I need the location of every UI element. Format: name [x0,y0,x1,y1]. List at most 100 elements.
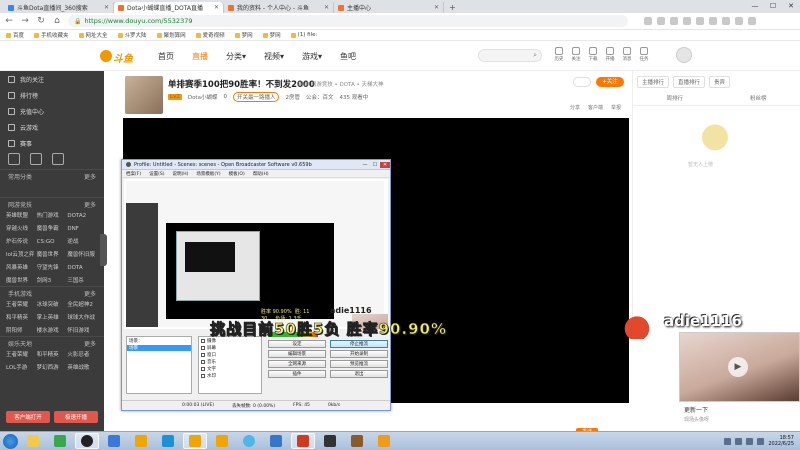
url-input[interactable]: 🔒 https://www.douyu.com/5532379 [68,15,628,27]
category-link[interactable]: 风暴英雄 [6,263,37,273]
header-icon-button[interactable]: 任务 [639,47,649,62]
user-avatar[interactable] [676,47,692,63]
search-input[interactable]: ⌕ [478,49,542,62]
volume-icon[interactable] [757,437,765,445]
extension-icon[interactable] [709,17,717,25]
source-item[interactable]: 水印 [199,372,261,379]
sidebar-item[interactable]: 我的关注 [0,71,104,87]
taskbar-app-icon[interactable] [129,433,153,449]
share-toggle[interactable] [573,77,591,87]
taskbar-app-icon[interactable] [372,433,396,449]
category-link[interactable]: 和平精英 [6,313,37,323]
forward-button[interactable]: → [20,16,30,26]
rank-filter-button[interactable]: 主播排行 [637,76,670,88]
header-icon-button[interactable]: 下载 [588,47,598,62]
obs-action-button[interactable]: 退出 [330,370,388,378]
tab-week-rank[interactable]: 周排行 [633,93,717,105]
game-icon[interactable] [30,153,42,165]
bookmark-item[interactable]: (1) file: [290,32,317,38]
bookmark-item[interactable]: 手机收藏夹 [34,31,69,39]
webcam-popup[interactable]: ▶ [679,332,800,402]
category-link[interactable]: 魔兽世界 [37,250,68,260]
taskbar-app-icon[interactable] [48,433,72,449]
checkbox-icon[interactable] [201,345,205,350]
nav-link[interactable]: 分类▾ [226,51,246,62]
browser-tab[interactable]: 我的资料 - 个人中心 - 斗鱼 ✕ [224,2,334,13]
sidebar-collapse-handle[interactable] [100,234,107,266]
new-tab-button[interactable]: + [444,2,461,13]
minimize-button[interactable]: — [746,0,764,13]
obs-menu-item[interactable]: 场景模板(Y) [196,171,220,177]
obs-action-button[interactable]: 预览推流 [330,360,388,368]
obs-title-bar[interactable]: Profile: Untitled - Scenes: scenes - Ope… [122,160,390,170]
taskbar-app-icon[interactable] [237,433,261,449]
client-link[interactable]: 客户端 [588,104,603,111]
category-link[interactable]: DOTA [67,263,98,273]
extension-icon[interactable] [683,17,691,25]
bookmark-item[interactable]: 斗罗大陆 [117,31,147,39]
rank-filter-button[interactable]: 贵宾 [709,76,731,88]
obs-action-button[interactable]: 编辑场景 [268,350,326,358]
start-button[interactable] [3,433,18,449]
checkbox-icon[interactable] [201,359,205,364]
category-link[interactable]: 剑网3 [37,276,68,286]
douyu-logo[interactable]: 斗鱼 [100,49,140,65]
category-link[interactable]: 怀旧游戏 [67,326,98,336]
obs-menu-item[interactable]: 帮助(H) [253,171,269,177]
close-window-button[interactable]: ✕ [782,0,800,13]
category-link[interactable]: 阴阳师 [6,326,37,336]
taskbar-app-icon[interactable] [291,433,315,449]
streamer-avatar[interactable] [125,76,163,114]
reload-button[interactable]: ↻ [36,16,46,26]
game-icon[interactable] [8,153,20,165]
nav-link[interactable]: 首页 [158,51,174,62]
system-clock[interactable]: 18:57 2022/6/25 [768,435,794,447]
bookmark-item[interactable]: 网址大全 [78,31,108,39]
tab-close-icon[interactable]: ✕ [324,4,329,11]
obs-menu-item[interactable]: 设置(S) [149,171,164,177]
header-icon-button[interactable]: 关注 [571,47,581,62]
category-link[interactable]: 逆战 [67,237,98,247]
rank-filter-button[interactable]: 直播排行 [673,76,706,88]
category-link[interactable]: 冰球突破 [37,300,68,310]
game-icon[interactable] [52,153,64,165]
taskbar-app-icon[interactable] [156,433,180,449]
obs-menu-item[interactable]: 模板(O) [229,171,245,177]
nav-link[interactable]: 直播 [192,51,208,62]
scene-item[interactable]: 场景 [127,345,191,351]
category-link[interactable]: 王者荣耀 [6,350,37,360]
taskbar-app-icon[interactable] [75,433,99,449]
browser-tab[interactable]: Dota小蝴蝶直播_DOTA直播 ✕ [114,2,224,13]
more-link[interactable]: 更多 [84,200,96,209]
bookmark-item[interactable]: 聚划算网 [156,31,186,39]
header-icon-button[interactable]: 历史 [554,47,564,62]
header-icon-button[interactable]: 消息 [622,47,632,62]
category-link[interactable]: 魔兽怀旧服 [67,250,98,260]
share-link[interactable]: 分享 [570,104,580,111]
report-link[interactable]: 举报 [611,104,621,111]
more-link[interactable]: 更多 [84,339,96,348]
obs-action-button[interactable]: 停止推流 [330,340,388,348]
checkbox-icon[interactable] [201,338,205,343]
back-button[interactable]: ← [4,16,14,26]
bookmark-item[interactable]: 梦网 [234,31,253,39]
play-icon[interactable]: ▶ [728,357,748,377]
taskbar-app-icon[interactable] [318,433,342,449]
obs-action-button[interactable]: 全网来源 [268,360,326,368]
quick-stream-button[interactable]: 极速开播 [54,411,98,423]
tab-close-icon[interactable]: ✕ [104,4,109,11]
open-client-button[interactable]: 客户端打开 [6,411,50,423]
checkbox-icon[interactable] [201,352,205,357]
category-link[interactable]: 魔兽争霸 [37,224,68,234]
category-link[interactable]: 火影忍者 [67,350,98,360]
category-link[interactable]: lol云顶之弈 [6,250,37,260]
extension-icon[interactable] [657,17,665,25]
source-item[interactable]: 窗口 [199,351,261,358]
nav-link[interactable]: 视频▾ [264,51,284,62]
bookmark-item[interactable]: 百度 [6,31,24,39]
source-item[interactable]: 文字 [199,365,261,372]
obs-action-button[interactable]: 开始录制 [330,350,388,358]
search-icon[interactable]: ⌕ [533,51,537,60]
category-link[interactable]: 守望先锋 [37,263,68,273]
category-link[interactable]: 王者荣耀 [6,300,37,310]
